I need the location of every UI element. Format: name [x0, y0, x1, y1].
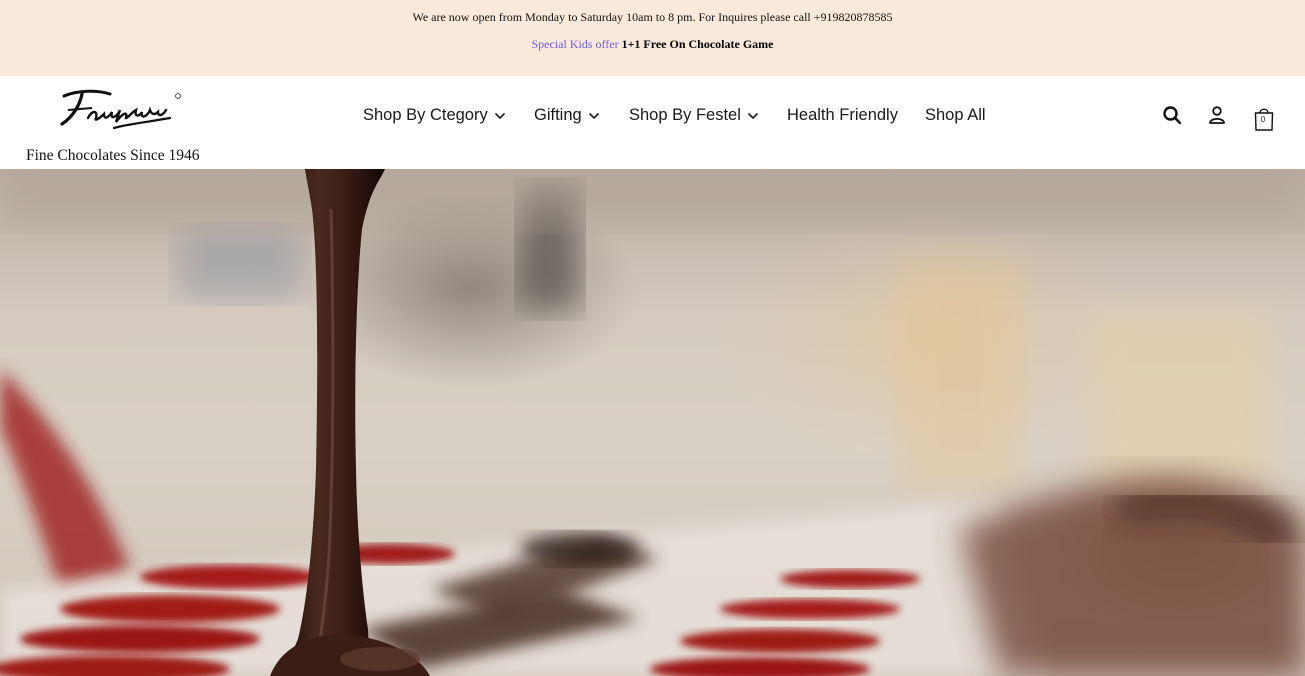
- chevron-down-icon: [494, 112, 505, 119]
- kids-offer-link[interactable]: Special Kids offer: [531, 37, 618, 51]
- nav-label: Health Friendly: [787, 106, 898, 124]
- account-button[interactable]: [1206, 104, 1230, 130]
- search-icon: [1163, 106, 1182, 125]
- fantasie-wordmark: [60, 89, 181, 130]
- offer-line: Special Kids offer 1+1 Free On Chocolate…: [0, 37, 1305, 52]
- store-hours-text: We are now open from Monday to Saturday …: [412, 10, 893, 24]
- nav-label: Shop By Festel: [629, 106, 741, 124]
- nav-label: Shop By Ctegory: [363, 106, 488, 124]
- nav-gifting[interactable]: Gifting: [534, 106, 600, 125]
- user-icon: [1209, 106, 1225, 124]
- announcement-bar: We are now open from Monday to Saturday …: [0, 0, 1305, 76]
- site-header: Fine Chocolates Since 1946 Shop By Ctego…: [0, 76, 1305, 169]
- brand-tagline: Fine Chocolates Since 1946: [26, 147, 200, 164]
- cart-count: 0: [1260, 115, 1266, 124]
- nav-shop-by-category[interactable]: Shop By Ctegory: [363, 106, 506, 125]
- cart-button[interactable]: 0: [1253, 106, 1277, 132]
- offer-text: 1+1 Free On Chocolate Game: [621, 37, 774, 51]
- nav-label: Gifting: [534, 106, 582, 124]
- chevron-down-icon: [747, 112, 758, 119]
- nav-health-friendly[interactable]: Health Friendly: [787, 106, 898, 125]
- nav-shop-by-festival[interactable]: Shop By Festel: [629, 106, 759, 125]
- hero-chocolate-image: [0, 169, 1305, 676]
- hero-banner: [0, 169, 1305, 676]
- search-button[interactable]: [1161, 104, 1185, 130]
- chevron-down-icon: [588, 112, 599, 119]
- nav-shop-all[interactable]: Shop All: [925, 106, 986, 125]
- nav-label: Shop All: [925, 106, 986, 124]
- brand-logo[interactable]: Fine Chocolates Since 1946: [26, 88, 226, 164]
